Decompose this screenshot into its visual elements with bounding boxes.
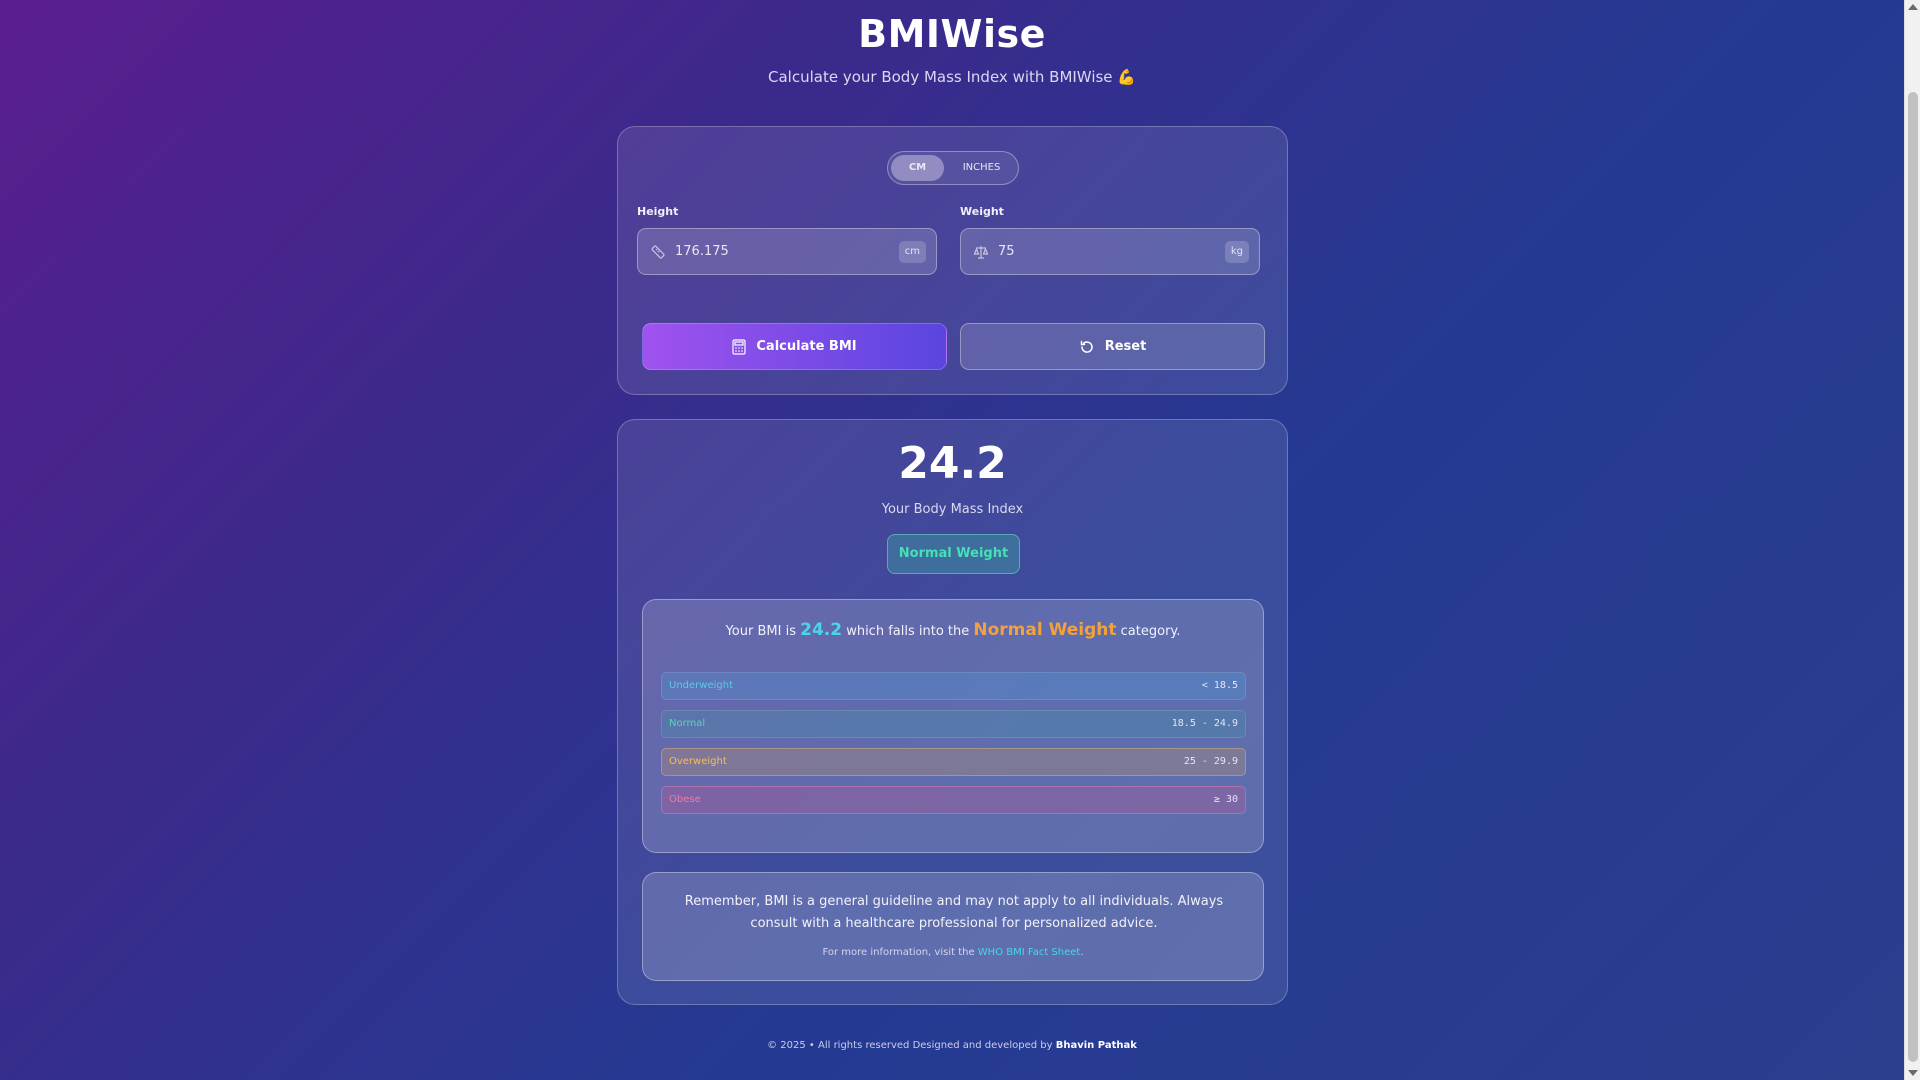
unit-option-inches[interactable]: INCHES xyxy=(948,155,1015,181)
category-range: ≥ 30 xyxy=(1213,794,1238,805)
footer-author: Bhavin Pathak xyxy=(1055,1040,1137,1051)
unit-toggle: CM INCHES xyxy=(887,151,1019,185)
reset-button[interactable]: Reset xyxy=(960,323,1265,370)
category-row-normal: Normal 18.5 - 24.9 xyxy=(661,710,1246,738)
weight-input[interactable] xyxy=(998,244,1198,259)
summary-bmi: 24.2 xyxy=(800,620,843,640)
disclaimer-box: Remember, BMI is a general guideline and… xyxy=(642,872,1264,981)
height-input[interactable] xyxy=(675,244,875,259)
reset-icon xyxy=(1080,340,1093,353)
result-card: 24.2 Your Body Mass Index Normal Weight … xyxy=(617,419,1288,1005)
category-row-obese: Obese ≥ 30 xyxy=(661,786,1246,814)
bmi-info-box: Your BMI is 24.2 which falls into the No… xyxy=(642,599,1264,853)
scrollbar-thumb[interactable] xyxy=(1908,92,1918,1062)
calculate-bmi-button[interactable]: Calculate BMI xyxy=(642,323,947,370)
category-row-underweight: Underweight < 18.5 xyxy=(661,672,1246,700)
more-info-prefix: For more information, visit the xyxy=(822,947,975,958)
category-name: Obese xyxy=(669,794,701,805)
category-range: 25 - 29.9 xyxy=(1183,756,1238,767)
who-fact-sheet-link[interactable]: WHO BMI Fact Sheet xyxy=(978,947,1081,958)
more-info-suffix: . xyxy=(1080,947,1084,958)
bmi-caption: Your Body Mass Index xyxy=(881,502,1024,517)
scrollbar[interactable] xyxy=(1904,0,1920,1080)
weight-label: Weight xyxy=(960,205,1004,218)
unit-option-cm[interactable]: CM xyxy=(891,155,944,181)
summary-prefix: Your BMI is xyxy=(725,624,796,639)
reset-label: Reset xyxy=(1104,339,1147,354)
page-subtitle: Calculate your Body Mass Index with BMIW… xyxy=(768,68,1136,86)
category-name: Overweight xyxy=(669,756,727,767)
calculate-bmi-label: Calculate BMI xyxy=(756,339,857,354)
ruler-icon xyxy=(651,245,665,259)
footer-text: © 2025 • All rights reserved Designed an… xyxy=(767,1040,1053,1051)
summary-middle: which falls into the xyxy=(846,624,970,639)
category-name: Normal xyxy=(669,718,706,729)
category-row-overweight: Overweight 25 - 29.9 xyxy=(661,748,1246,776)
height-unit-chip: cm xyxy=(898,241,926,263)
height-field[interactable]: cm xyxy=(637,228,937,275)
category-range: 18.5 - 24.9 xyxy=(1171,718,1238,729)
scale-icon xyxy=(973,246,989,259)
disclaimer-text: Remember, BMI is a general guideline and… xyxy=(684,894,1224,931)
calculator-icon xyxy=(732,338,746,355)
category-name: Underweight xyxy=(669,680,733,691)
footer: © 2025 • All rights reserved Designed an… xyxy=(0,1040,1904,1051)
summary-suffix: category. xyxy=(1120,624,1181,639)
page-title: BMIWise xyxy=(858,12,1046,56)
summary-category: Normal Weight xyxy=(973,620,1117,640)
weight-field[interactable]: kg xyxy=(960,228,1260,275)
bmi-summary: Your BMI is 24.2 which falls into the No… xyxy=(643,620,1263,640)
category-range: < 18.5 xyxy=(1201,680,1238,691)
weight-unit-chip: kg xyxy=(1224,241,1249,263)
input-card: CM INCHES Height cm Weight xyxy=(617,126,1288,395)
bmi-value: 24.2 xyxy=(898,438,1007,489)
more-info: For more information, visit the WHO BMI … xyxy=(643,947,1263,958)
scroll-up-arrow-icon[interactable] xyxy=(1908,4,1918,10)
scroll-down-arrow-icon[interactable] xyxy=(1908,1070,1918,1076)
category-badge: Normal Weight xyxy=(887,534,1020,574)
page: BMIWise Calculate your Body Mass Index w… xyxy=(0,0,1904,1080)
height-label: Height xyxy=(637,205,679,218)
